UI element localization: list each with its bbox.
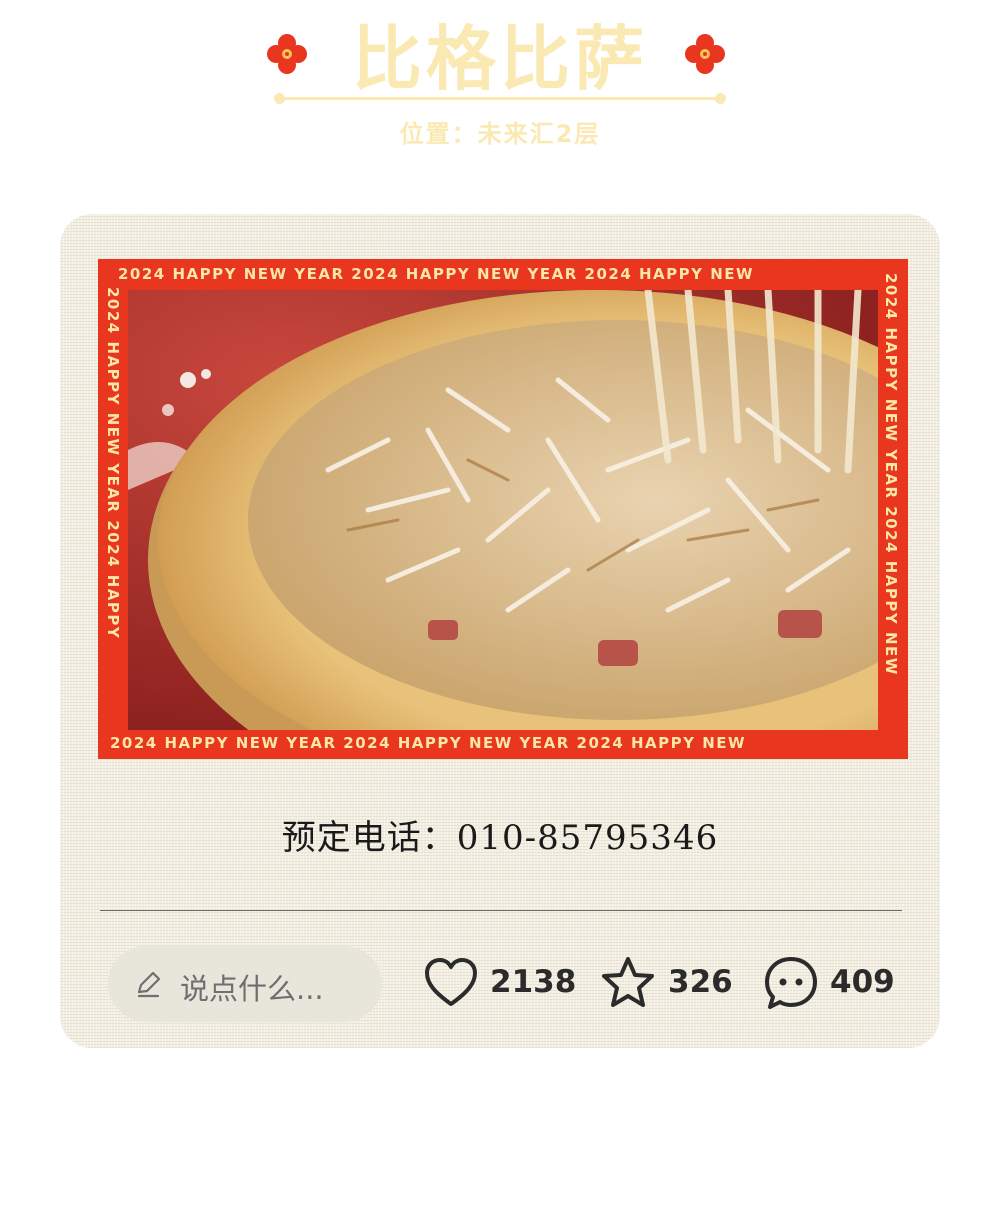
page-title: 比格比萨 bbox=[352, 18, 648, 100]
page-header: 比格比萨 位置：未来汇2层 bbox=[0, 0, 1000, 170]
comment-count: 409 bbox=[830, 964, 895, 1000]
heart-icon bbox=[425, 958, 477, 1006]
favorite-count: 326 bbox=[668, 964, 733, 1000]
title-underline bbox=[274, 93, 726, 104]
star-icon bbox=[602, 957, 654, 1007]
flower-ornament-icon bbox=[685, 34, 725, 74]
photo-frame: 2024 HAPPY NEW YEAR 2024 HAPPY NEW YEAR … bbox=[98, 259, 908, 759]
frame-banner-right: 2024 HAPPY NEW YEAR 2024 HAPPY NEW bbox=[882, 273, 900, 676]
location-subtitle: 位置：未来汇2层 bbox=[399, 120, 601, 148]
frame-banner-bottom: 2024 HAPPY NEW YEAR 2024 HAPPY NEW YEAR … bbox=[110, 734, 747, 752]
pizza-photo[interactable] bbox=[128, 290, 878, 730]
frame-banner-left: 2024 HAPPY NEW YEAR 2024 HAPPY bbox=[104, 287, 122, 640]
post-card: 2024 HAPPY NEW YEAR 2024 HAPPY NEW YEAR … bbox=[60, 214, 940, 1048]
comment-input[interactable]: 说点什么... bbox=[108, 946, 382, 1022]
pencil-icon bbox=[137, 971, 161, 998]
reservation-phone: 预定电话：010-85795346 bbox=[281, 818, 719, 858]
divider-line bbox=[100, 910, 902, 911]
comment-placeholder: 说点什么... bbox=[180, 972, 324, 1006]
like-count: 2138 bbox=[490, 964, 577, 1000]
chat-bubble-icon bbox=[765, 957, 817, 1009]
frame-banner-top: 2024 HAPPY NEW YEAR 2024 HAPPY NEW YEAR … bbox=[118, 265, 755, 283]
